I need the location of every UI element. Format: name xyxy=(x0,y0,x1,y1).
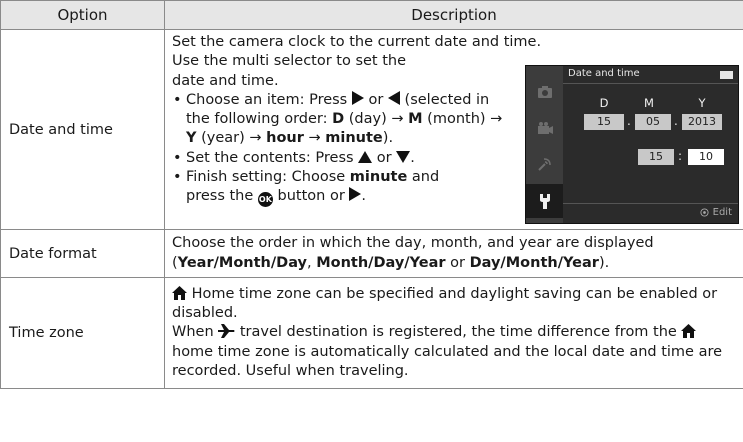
option-time-zone: Time zone xyxy=(0,277,165,389)
label-year: Y xyxy=(698,96,706,110)
movie-icon xyxy=(538,122,553,134)
date-separator: . xyxy=(627,114,631,128)
date-separator: . xyxy=(674,114,678,128)
triangle-right-icon xyxy=(351,90,364,105)
df-ymd: Year/Month/Day xyxy=(177,254,307,271)
ok-button-icon: OK xyxy=(257,192,273,208)
dt-intro: Set the camera clock to the current date… xyxy=(172,34,542,50)
df-dmy: Day/Month/Year xyxy=(469,254,599,271)
wrench-icon xyxy=(540,194,550,209)
camera-date-time-screen: Date and time D M Y 15 . 05 . 2013 15 : … xyxy=(525,65,739,224)
camera-header-divider xyxy=(563,83,738,84)
b1-or: or xyxy=(368,91,384,108)
dial-icon xyxy=(700,208,709,217)
b1-hour: hour xyxy=(266,130,304,147)
df-comma: , xyxy=(307,254,312,271)
b1-end: ). xyxy=(382,130,394,147)
b1-day: (day) → xyxy=(348,111,404,128)
header-option: Option xyxy=(0,0,165,30)
b3-and: and xyxy=(411,169,440,186)
description-date-format: Choose the order in which the day, month… xyxy=(164,229,743,278)
camera-icon xyxy=(538,86,552,98)
home-icon xyxy=(172,285,187,300)
time-separator: : xyxy=(678,149,683,163)
b1-D: D xyxy=(332,111,345,128)
b2-text: Set the contents: Press xyxy=(186,149,354,166)
triangle-right-icon xyxy=(349,187,362,202)
header-description: Description xyxy=(164,0,743,30)
label-day: D xyxy=(599,96,609,110)
b3-minute: minute xyxy=(349,169,408,186)
tz-home-text: Home time zone can be specified and dayl… xyxy=(172,285,718,322)
camera-screen-title: Date and time xyxy=(568,68,640,79)
b2-or: or xyxy=(376,149,392,166)
b1-text: Choose an item: Press xyxy=(186,91,348,108)
home-icon xyxy=(681,324,697,339)
df-or: or xyxy=(450,254,465,271)
edit-label: Edit xyxy=(712,207,732,218)
field-minute[interactable]: 10 xyxy=(688,149,724,165)
b1-arrow: → xyxy=(308,130,321,147)
table-header-row: Option Description xyxy=(0,0,743,30)
b1-Y: Y xyxy=(186,130,197,147)
b1-M: M xyxy=(408,111,423,128)
field-hour[interactable]: 15 xyxy=(638,149,674,165)
bullet-finish-setting: Finish setting: Choose minute and press … xyxy=(172,168,512,208)
b1-month: (month) → xyxy=(427,111,503,128)
b3-press: press the xyxy=(186,188,254,205)
df-close: ). xyxy=(598,254,610,271)
tz-calc-text: home time zone is automatically calculat… xyxy=(172,343,723,379)
field-month[interactable]: 05 xyxy=(635,114,671,130)
bullet-choose-item: Choose an item: Press or (selected in th… xyxy=(172,90,512,149)
description-time-zone: Home time zone can be specified and dayl… xyxy=(164,277,743,389)
camera-menu-sidebar xyxy=(526,66,563,223)
wireless-icon xyxy=(538,158,551,171)
option-date-format: Date format xyxy=(0,229,165,278)
tz-when: When xyxy=(172,324,214,341)
label-month: M xyxy=(644,96,654,110)
row-date-format: Date format Choose the order in which th… xyxy=(0,229,743,278)
tz-travel-text: travel destination is registered, the ti… xyxy=(239,324,677,341)
dt-use-selector: Use the multi selector to set the date a… xyxy=(172,53,407,89)
option-date-and-time: Date and time xyxy=(0,29,165,230)
field-year[interactable]: 2013 xyxy=(682,114,722,130)
b3-end: . xyxy=(361,188,367,205)
b1-minute: minute xyxy=(325,130,383,147)
triangle-down-icon xyxy=(396,150,411,163)
airplane-icon xyxy=(218,324,235,339)
field-day[interactable]: 15 xyxy=(584,114,624,130)
b3-button: button or xyxy=(277,188,345,205)
battery-icon xyxy=(720,71,733,79)
camera-edit-hint: Edit xyxy=(700,207,732,218)
df-text: Choose the order in which the day, month… xyxy=(172,235,654,252)
df-mdy: Month/Day/Year xyxy=(316,254,446,271)
row-time-zone: Time zone Home time zone can be specifie… xyxy=(0,277,743,389)
triangle-up-icon xyxy=(358,150,373,163)
camera-footer-divider xyxy=(563,203,738,204)
b1-year: (year) → xyxy=(201,130,262,147)
triangle-left-icon xyxy=(387,90,400,105)
b3-text: Finish setting: Choose xyxy=(186,169,346,186)
bullet-set-contents: Set the contents: Press or . xyxy=(172,149,512,169)
b2-end: . xyxy=(410,149,415,166)
